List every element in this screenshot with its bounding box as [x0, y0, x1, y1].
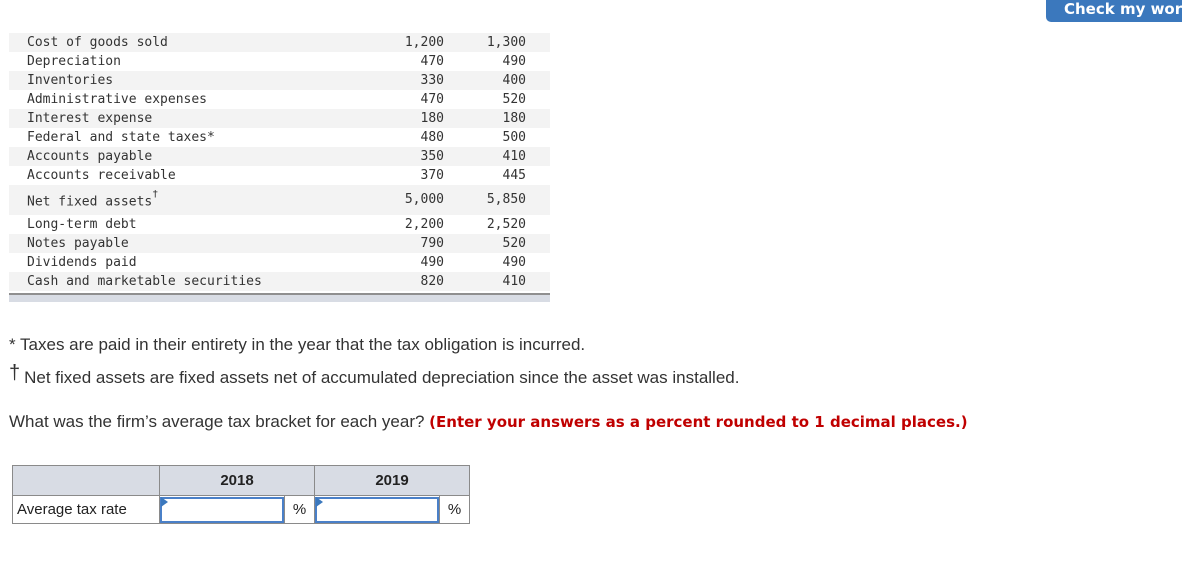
value-2018: 370 — [420, 168, 444, 183]
value-2019: 520 — [444, 234, 550, 254]
check-my-work-button[interactable]: Check my work — [1046, 0, 1182, 22]
row-label: Administrative expenses — [27, 92, 208, 107]
value-2018: 490 — [420, 255, 444, 271]
row-label: Inventories — [9, 71, 374, 90]
value-2019: 490 — [502, 54, 526, 69]
answer-header-row: 2018 2019 — [12, 465, 470, 496]
value-2019: 410 — [444, 272, 550, 292]
row-label: Dividends paid — [27, 255, 137, 271]
value-2018: 480 — [420, 130, 444, 145]
header-2019: 2019 — [314, 465, 470, 496]
value-2019: 2,520 — [486, 217, 526, 233]
input-cell-2018 — [159, 495, 285, 524]
table-row: Accounts receivable 370 445 — [9, 166, 550, 185]
value-2019: 500 — [502, 130, 526, 145]
footnote-text: Net fixed assets are fixed assets net of… — [24, 368, 740, 387]
row-label-text: Net fixed assets — [27, 194, 153, 210]
value-2018: 820 — [374, 272, 444, 292]
footnote-net-fixed-assets: † Net fixed assets are fixed assets net o… — [9, 362, 740, 389]
question-instruction: (Enter your answers as a percent rounded… — [429, 413, 968, 431]
value-2018: 350 — [374, 147, 444, 166]
value-2018: 470 — [420, 54, 444, 69]
question-text: What was the firm’s average tax bracket … — [9, 412, 425, 431]
row-label: Federal and state taxes* — [27, 130, 215, 145]
table-row: Dividends paid 490 490 — [9, 253, 550, 272]
row-label: Cash and marketable securities — [9, 272, 374, 292]
row-label: Long-term debt — [27, 217, 137, 233]
table-row: Federal and state taxes* 480 500 — [9, 128, 550, 147]
table-row: Cash and marketable securities 820 410 — [9, 272, 550, 292]
value-2018: 330 — [374, 71, 444, 90]
value-2018: 180 — [374, 109, 444, 128]
table-row: Depreciation 470 490 — [9, 52, 550, 71]
row-label: Interest expense — [9, 109, 374, 128]
value-2019: 1,300 — [444, 33, 550, 52]
value-2018: 1,200 — [374, 33, 444, 52]
header-2018: 2018 — [159, 465, 315, 496]
value-2018: 2,200 — [404, 217, 444, 233]
value-2019: 410 — [444, 147, 550, 166]
table-row: Cost of goods sold 1,200 1,300 — [9, 33, 550, 52]
input-flag-icon — [316, 497, 323, 507]
input-cell-2019 — [314, 495, 440, 524]
average-tax-rate-2019-input[interactable] — [315, 496, 439, 523]
table-horizontal-scrollbar[interactable] — [9, 293, 550, 302]
row-label-average-tax-rate: Average tax rate — [12, 495, 160, 524]
table-row: Interest expense 180 180 — [9, 109, 550, 128]
answer-table: 2018 2019 Average tax rate % % — [12, 465, 470, 524]
value-2018: 790 — [374, 234, 444, 254]
value-2019: 5,850 — [444, 185, 550, 216]
percent-unit-2019: % — [439, 495, 470, 524]
dagger-marker: † — [152, 189, 159, 200]
table-row: Long-term debt 2,200 2,520 — [9, 215, 550, 234]
value-2019: 490 — [502, 255, 526, 271]
row-label: Notes payable — [9, 234, 374, 254]
financial-data-table: Cost of goods sold 1,200 1,300 Depreciat… — [9, 33, 550, 292]
percent-unit-2018: % — [284, 495, 315, 524]
table-row: Accounts payable 350 410 — [9, 147, 550, 166]
footnote-taxes: * Taxes are paid in their entirety in th… — [9, 335, 586, 354]
row-label: Accounts receivable — [27, 168, 176, 183]
header-empty — [12, 465, 160, 496]
value-2018: 5,000 — [374, 185, 444, 216]
row-label: Cost of goods sold — [9, 33, 374, 52]
table-row: Notes payable 790 520 — [9, 234, 550, 254]
table-row: Net fixed assets† 5,000 5,850 — [9, 185, 550, 216]
value-2019: 445 — [502, 168, 526, 183]
row-label: Depreciation — [27, 54, 121, 69]
value-2019: 520 — [502, 92, 526, 107]
row-label: Accounts payable — [9, 147, 374, 166]
value-2019: 400 — [444, 71, 550, 90]
question-prompt: What was the firm’s average tax bracket … — [9, 412, 968, 432]
table-row: Administrative expenses 470 520 — [9, 90, 550, 109]
dagger-symbol: † — [9, 362, 21, 384]
average-tax-rate-2018-input[interactable] — [160, 496, 284, 523]
answer-row-average-tax-rate: Average tax rate % % — [12, 495, 470, 524]
row-label: Net fixed assets† — [9, 185, 374, 216]
value-2018: 470 — [420, 92, 444, 107]
input-flag-icon — [161, 497, 168, 507]
table-row: Inventories 330 400 — [9, 71, 550, 90]
value-2019: 180 — [444, 109, 550, 128]
